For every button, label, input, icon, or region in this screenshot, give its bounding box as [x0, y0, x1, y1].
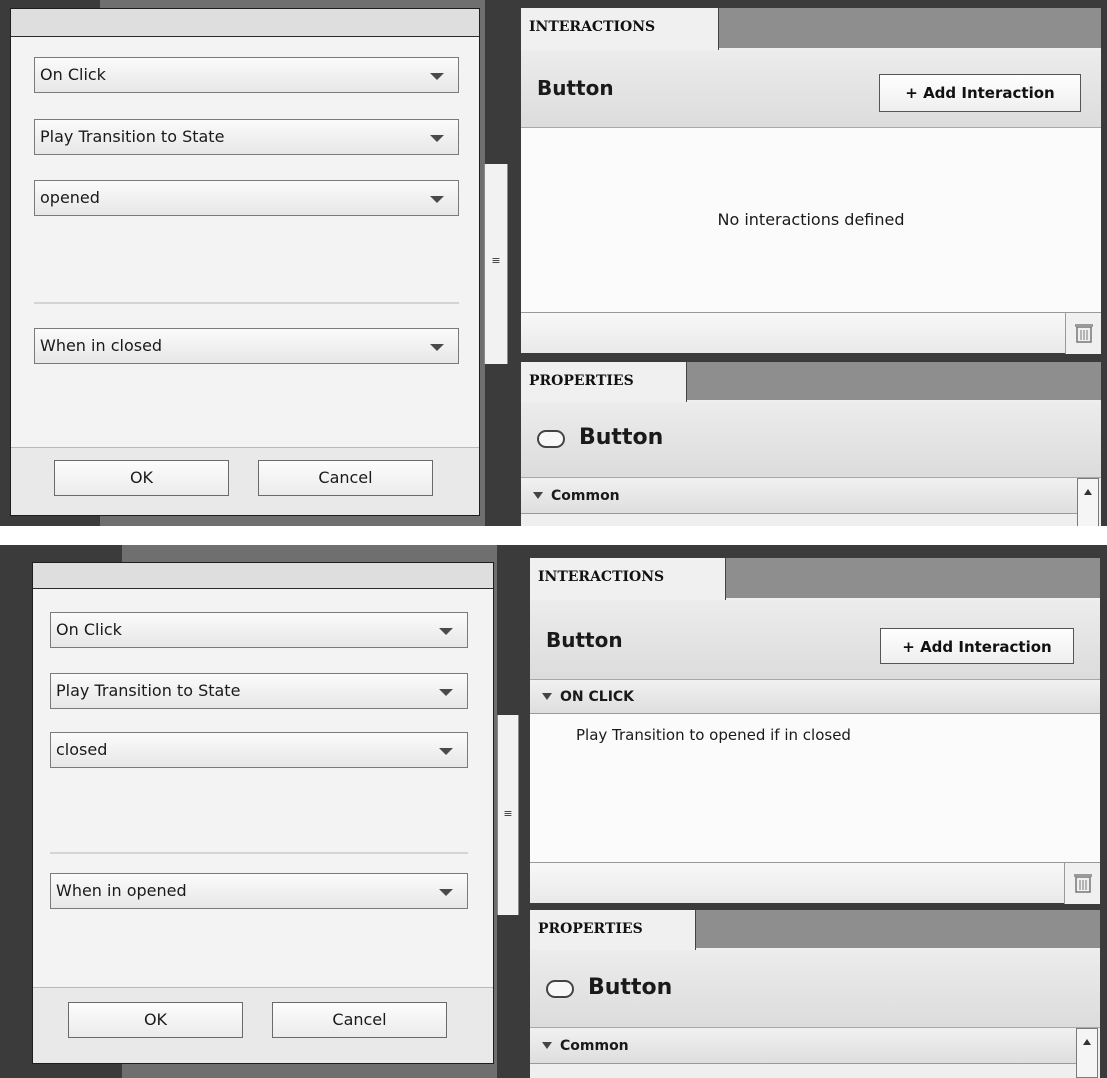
properties-header: Button [530, 950, 1100, 1028]
interactions-panel: INTERACTIONS Button + Add Interaction ON… [530, 558, 1100, 904]
add-interaction-button[interactable]: + Add Interaction [879, 74, 1081, 112]
chevron-down-icon [439, 689, 453, 696]
trash-icon [1074, 874, 1092, 893]
properties-header: Button [521, 402, 1101, 478]
empty-state-text: No interactions defined [717, 210, 905, 229]
dialog-button-row: OK Cancel [11, 447, 479, 515]
trigger-value: On Click [56, 620, 122, 639]
interactions-list: No interactions defined [521, 128, 1101, 312]
target-state-value: opened [40, 188, 100, 207]
collapse-triangle-icon [542, 1042, 552, 1049]
collapse-triangle-icon [533, 492, 543, 499]
condition-dropdown[interactable]: When in opened [50, 873, 468, 909]
chevron-down-icon [430, 196, 444, 203]
properties-scrollbar[interactable] [1077, 478, 1099, 530]
action-dropdown[interactable]: Play Transition to State [50, 673, 468, 709]
action-dropdown[interactable]: Play Transition to State [34, 119, 459, 155]
screenshot-1: On Click Play Transition to State opened… [0, 0, 1107, 530]
target-state-dropdown[interactable]: opened [34, 180, 459, 216]
scroll-up-icon[interactable] [1083, 1039, 1091, 1045]
condition-dropdown[interactable]: When in closed [34, 328, 459, 364]
action-value: Play Transition to State [40, 127, 225, 146]
chevron-down-icon [439, 628, 453, 635]
add-interaction-button[interactable]: + Add Interaction [880, 628, 1074, 664]
section-common[interactable]: Common [521, 478, 1077, 514]
properties-panel: PROPERTIES Button Common [521, 362, 1101, 530]
interaction-dialog: On Click Play Transition to State opened… [10, 8, 480, 516]
dialog-title-bar [33, 563, 493, 589]
collapse-triangle-icon [542, 693, 552, 700]
screenshot-divider [0, 526, 1107, 530]
cancel-button[interactable]: Cancel [258, 460, 433, 496]
section-common[interactable]: Common [530, 1028, 1076, 1064]
scroll-up-icon[interactable] [1084, 489, 1092, 495]
interactions-footer [530, 862, 1100, 904]
ok-button[interactable]: OK [54, 460, 229, 496]
target-state-dropdown[interactable]: closed [50, 732, 468, 768]
section-common-label: Common [560, 1038, 629, 1054]
chevron-down-icon [439, 748, 453, 755]
trigger-dropdown[interactable]: On Click [50, 612, 468, 648]
chevron-down-icon [430, 344, 444, 351]
dialog-divider [50, 852, 468, 854]
tab-properties[interactable]: PROPERTIES [521, 362, 687, 402]
properties-panel: PROPERTIES Button Common [530, 910, 1100, 1078]
condition-value: When in closed [40, 336, 163, 355]
interaction-entry[interactable]: Play Transition to opened if in closed [576, 726, 851, 744]
panel-splitter[interactable]: ≡ [484, 164, 508, 364]
dialog-divider [34, 302, 459, 304]
chevron-down-icon [430, 73, 444, 80]
interactions-title: Button [546, 628, 623, 652]
section-on-click-label: ON CLICK [560, 689, 635, 705]
chevron-down-icon [430, 135, 444, 142]
tab-interactions[interactable]: INTERACTIONS [521, 8, 719, 50]
interactions-title: Button [537, 76, 614, 100]
tab-interactions[interactable]: INTERACTIONS [530, 558, 726, 600]
interactions-panel: INTERACTIONS Button + Add Interaction No… [521, 8, 1101, 354]
trash-icon [1075, 324, 1093, 343]
condition-value: When in opened [56, 881, 187, 900]
action-value: Play Transition to State [56, 681, 241, 700]
delete-interaction-button[interactable] [1064, 863, 1100, 904]
dialog-button-row: OK Cancel [33, 987, 493, 1063]
grip-icon: ≡ [491, 254, 501, 267]
properties-title: Button [588, 975, 673, 1000]
button-component-icon [546, 980, 574, 998]
interaction-dialog: On Click Play Transition to State closed… [32, 562, 494, 1064]
trigger-dropdown[interactable]: On Click [34, 57, 459, 93]
button-component-icon [537, 430, 565, 448]
screenshot-2: On Click Play Transition to State closed… [0, 545, 1107, 1078]
interactions-header: Button + Add Interaction [521, 50, 1101, 128]
trigger-value: On Click [40, 65, 106, 84]
grip-icon: ≡ [503, 807, 513, 820]
section-common-label: Common [551, 488, 620, 504]
panel-splitter[interactable]: ≡ [497, 715, 519, 915]
interactions-header: Button + Add Interaction [530, 600, 1100, 680]
interactions-footer [521, 312, 1101, 354]
properties-scrollbar[interactable] [1076, 1028, 1098, 1078]
target-state-value: closed [56, 740, 108, 759]
properties-title: Button [579, 425, 664, 450]
cancel-button[interactable]: Cancel [272, 1002, 447, 1038]
chevron-down-icon [439, 889, 453, 896]
dialog-title-bar [11, 9, 479, 37]
ok-button[interactable]: OK [68, 1002, 243, 1038]
section-on-click[interactable]: ON CLICK [530, 680, 1100, 714]
tab-properties[interactable]: PROPERTIES [530, 910, 696, 950]
interactions-list: Play Transition to opened if in closed [530, 714, 1100, 862]
delete-interaction-button[interactable] [1065, 313, 1101, 354]
